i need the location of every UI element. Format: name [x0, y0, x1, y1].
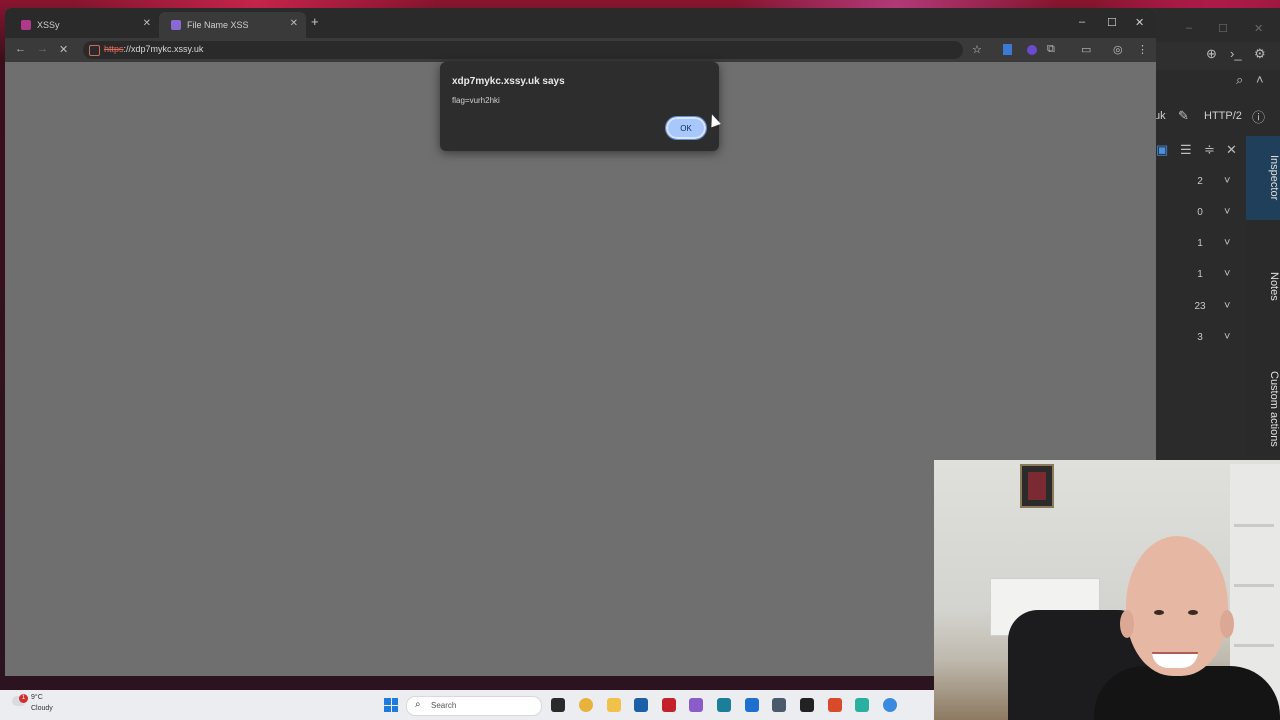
burp-minimize-icon[interactable]: –	[1186, 22, 1192, 34]
alert-dialog: xdp7mykc.xssy.uk says flag=vurh2hki OK	[440, 62, 719, 151]
tab-custom-actions-label: Custom actions	[1268, 371, 1280, 447]
weather-condition: Cloudy	[31, 705, 53, 712]
not-secure-icon[interactable]	[89, 45, 100, 56]
taskbar: 1 9°C Cloudy ⌕ Search	[0, 690, 934, 720]
tab-notes[interactable]: Notes	[1246, 256, 1280, 316]
inspector-count: 2	[1197, 176, 1203, 187]
close-window-button[interactable]: ✕	[1135, 16, 1144, 29]
dialog-title: xdp7mykc.xssy.uk says	[452, 76, 565, 87]
globe-icon[interactable]: ⊕	[1206, 46, 1217, 62]
app-icon[interactable]	[689, 698, 703, 712]
terminal-icon[interactable]: ›_	[1230, 46, 1242, 61]
burp-suite-icon[interactable]	[828, 698, 842, 712]
webcam-overlay	[934, 460, 1280, 720]
chevron-up-icon[interactable]: ˄	[1256, 72, 1264, 87]
tab-file-name-xss[interactable]: File Name XSS ✕	[159, 12, 306, 38]
chevron-down-icon[interactable]: ˅	[1224, 268, 1230, 280]
file-explorer-icon[interactable]	[607, 698, 621, 712]
help-icon[interactable]: ⓘ	[1252, 107, 1265, 126]
xssy-favicon-icon	[21, 20, 31, 30]
close-tab-icon[interactable]: ✕	[290, 18, 298, 29]
ear	[1220, 610, 1234, 638]
task-view-icon[interactable]	[551, 698, 565, 712]
eye	[1188, 610, 1198, 615]
app-icon[interactable]	[634, 698, 648, 712]
ok-button[interactable]: OK	[665, 116, 707, 140]
address-bar[interactable]: https://xdp7mykc.xssy.uk ☆	[83, 41, 982, 59]
taskbar-search[interactable]: ⌕ Search	[406, 696, 542, 716]
chevron-down-icon[interactable]: ˅	[1224, 300, 1230, 312]
bookmark-star-icon[interactable]: ☆	[972, 43, 982, 56]
app-icon[interactable]	[662, 698, 676, 712]
app-icon[interactable]	[855, 698, 869, 712]
eye	[1154, 610, 1164, 615]
back-icon[interactable]: ←	[15, 43, 26, 55]
browser-toolbar: ← → ✕ https://xdp7mykc.xssy.uk ☆ ⧉ ▭ ◎ ⋮	[5, 38, 1156, 62]
protocol-label[interactable]: HTTP/2	[1204, 110, 1242, 122]
inspector-count: 23	[1194, 301, 1206, 312]
tab-inspector[interactable]: Inspector	[1246, 136, 1280, 220]
burp-maximize-icon[interactable]: ☐	[1218, 22, 1228, 35]
search-icon[interactable]: ⌕	[1236, 72, 1243, 88]
align-icon[interactable]: ☰	[1180, 142, 1192, 158]
tab-inspector-label: Inspector	[1268, 155, 1280, 201]
taskbar-search-label: Search	[431, 701, 457, 710]
maximize-button[interactable]: ☐	[1107, 16, 1117, 29]
wall-picture	[1020, 464, 1054, 508]
chrome-icon[interactable]	[883, 698, 897, 712]
minimize-button[interactable]: –	[1079, 16, 1085, 28]
inspector-count: 0	[1197, 207, 1203, 218]
chevron-down-icon[interactable]: ˅	[1224, 175, 1230, 187]
burp-close-icon[interactable]: ✕	[1254, 22, 1263, 35]
menu-icon[interactable]: ⋮	[1137, 43, 1148, 56]
profile-icon[interactable]: ◎	[1113, 43, 1123, 56]
calculator-icon[interactable]	[717, 698, 731, 712]
extension-icon[interactable]	[1003, 44, 1012, 55]
settings-icon[interactable]	[772, 698, 786, 712]
start-button[interactable]	[384, 698, 398, 712]
extension-icon[interactable]	[1027, 45, 1037, 55]
inspector-count: 1	[1197, 238, 1203, 249]
ear	[1120, 610, 1134, 638]
extensions-puzzle-icon[interactable]: ⧉	[1047, 43, 1055, 56]
edit-icon[interactable]: ✎	[1178, 108, 1189, 124]
inspector-count: 1	[1197, 269, 1203, 280]
tab-strip: XSSy ✕ File Name XSS ✕ + – ☐ ✕	[5, 8, 1156, 38]
close-panel-icon[interactable]: ✕	[1226, 142, 1237, 158]
weather-alert-badge: 1	[19, 694, 28, 703]
chrome-icon[interactable]	[579, 698, 593, 712]
xss-favicon-icon	[171, 20, 181, 30]
dialog-message: flag=vurh2hki	[452, 96, 500, 105]
tab-xssy[interactable]: XSSy ✕	[9, 12, 159, 38]
settings-icon[interactable]: ⚙	[1254, 46, 1266, 62]
burp-toolbar: ⊕ ›_ ⚙	[1150, 42, 1280, 70]
chevron-down-icon[interactable]: ˅	[1224, 237, 1230, 249]
weather-temperature: 9°C	[31, 694, 43, 701]
burp-window: – ☐ ✕ ⊕ ›_ ⚙ ⌕ ˄ uk ✎ HTTP/2 ⓘ ▣ ☰ ≑ ✕ 2…	[1150, 8, 1280, 460]
tab-label: XSSy	[37, 20, 60, 30]
forward-icon[interactable]: →	[37, 43, 48, 55]
cast-icon[interactable]: ▭	[1081, 43, 1091, 56]
close-tab-icon[interactable]: ✕	[143, 18, 151, 29]
stop-loading-icon[interactable]: ✕	[59, 43, 68, 56]
search-icon: ⌕	[415, 699, 421, 710]
burp-side-tabs: Inspector Notes Custom actions	[1246, 136, 1280, 456]
new-tab-button[interactable]: +	[311, 14, 319, 29]
split-icon[interactable]: ≑	[1204, 142, 1215, 158]
layout-icon[interactable]: ▣	[1156, 142, 1168, 158]
inspector-count: 3	[1197, 332, 1203, 343]
url-text: https://xdp7mykc.xssy.uk	[104, 44, 204, 54]
tab-notes-label: Notes	[1268, 271, 1280, 301]
tab-label: File Name XSS	[187, 20, 249, 30]
vscode-icon[interactable]	[745, 698, 759, 712]
terminal-icon[interactable]	[800, 698, 814, 712]
tab-custom-actions[interactable]: Custom actions	[1246, 362, 1280, 456]
chevron-down-icon[interactable]: ˅	[1224, 206, 1230, 218]
chevron-down-icon[interactable]: ˅	[1224, 331, 1230, 343]
